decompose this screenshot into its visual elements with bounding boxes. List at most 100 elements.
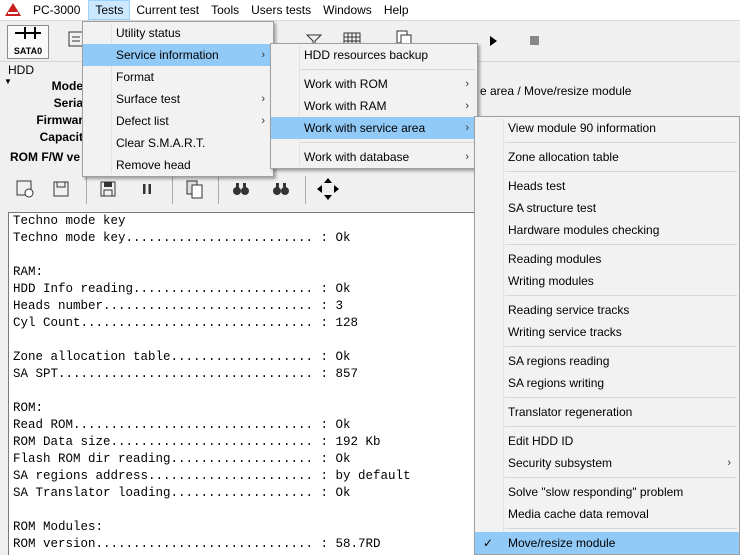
menu-item-label: Work with service area [304, 121, 426, 135]
menu-item-sa-structure-test[interactable]: SA structure test [475, 197, 739, 219]
hdd-firmware-label: Firmwar [36, 113, 83, 127]
menu-separator [505, 477, 737, 478]
menu-item-label: Service information [116, 48, 219, 62]
submenu-arrow-icon: › [727, 457, 731, 469]
menu-item-work-with-service-area[interactable]: Work with service area › [271, 117, 477, 139]
menu-item-label: HDD resources backup [304, 48, 429, 62]
menu-item-label: Defect list [116, 114, 169, 128]
menu-item-label: SA structure test [508, 201, 597, 215]
menu-item-heads-test[interactable]: Heads test [475, 175, 739, 197]
menu-item-edit-hdd-id[interactable]: Edit HDD ID [475, 430, 739, 452]
menu-item-translator-regeneration[interactable]: Translator regeneration [475, 401, 739, 423]
menu-item-utility-status[interactable]: Utility status [83, 22, 273, 44]
menu-separator [301, 142, 475, 143]
checkmark-icon: ✓ [483, 536, 494, 550]
menu-separator [505, 295, 737, 296]
menu-separator [505, 171, 737, 172]
sata-port-label: SATA0 [13, 46, 43, 56]
menu-item-label: Reading service tracks [508, 303, 630, 317]
menu-item-clear-s-m-a-r-t[interactable]: Clear S.M.A.R.T. [83, 132, 273, 154]
menu-item-service-information[interactable]: Service information › [83, 44, 273, 66]
service-information-menu: HDD resources backup Work with ROM › Work w… [270, 43, 478, 169]
menu-item-format[interactable]: Format [83, 66, 273, 88]
sata-port-button[interactable]: SATA0 [7, 25, 49, 59]
menu-users-tests[interactable]: Users tests [245, 0, 317, 20]
menu-windows[interactable]: Windows [317, 0, 378, 20]
menu-item-hdd-resources-backup[interactable]: HDD resources backup [271, 44, 477, 66]
hdd-caption: HDD [8, 63, 34, 77]
menu-item-writing-service-tracks[interactable]: Writing service tracks [475, 321, 739, 343]
menu-item-label: Hardware modules checking [508, 223, 660, 237]
menu-item-remove-head[interactable]: Remove head [83, 154, 273, 176]
menu-item-defect-list[interactable]: Defect list › [83, 110, 273, 132]
menu-item-media-cache-data-removal[interactable]: Media cache data removal [475, 503, 739, 525]
menu-current-test[interactable]: Current test [130, 0, 205, 20]
settings-disk-icon[interactable] [14, 178, 36, 200]
menu-item-label: Edit HDD ID [508, 434, 574, 448]
hdd-model-label: Mode [51, 79, 83, 93]
menu-item-label: SA regions writing [508, 376, 605, 390]
menu-item-label: Writing modules [508, 274, 594, 288]
menu-item-label: Remove head [116, 158, 191, 172]
hdd-capacity-label: Capacit [39, 130, 83, 144]
save-icon[interactable] [97, 178, 119, 200]
menu-item-work-with-rom[interactable]: Work with ROM › [271, 73, 477, 95]
menu-item-work-with-database[interactable]: Work with database › [271, 146, 477, 168]
rom-panel-title: ROM F/W ve [10, 150, 81, 164]
submenu-arrow-icon: › [465, 78, 469, 90]
menu-item-label: Reading modules [508, 252, 602, 266]
collapse-arrow-icon[interactable]: ▼ [4, 77, 12, 86]
move-arrows-icon[interactable] [316, 177, 340, 201]
menu-item-label: Utility status [116, 26, 181, 40]
menu-tools[interactable]: Tools [205, 0, 245, 20]
menu-item-label: Translator regeneration [508, 405, 633, 419]
menu-item-work-with-ram[interactable]: Work with RAM › [271, 95, 477, 117]
menu-item-label: Work with ROM [304, 77, 388, 91]
menu-help[interactable]: Help [378, 0, 415, 20]
menu-tests[interactable]: Tests [88, 0, 131, 20]
toolbar-separator [172, 176, 173, 204]
menu-item-reading-service-tracks[interactable]: Reading service tracks [475, 299, 739, 321]
menu-item-label: Solve "slow responding" problem [508, 485, 684, 499]
hdd-serial-label: Seria [53, 96, 83, 110]
menu-separator [505, 528, 737, 529]
stop-icon[interactable] [530, 36, 539, 45]
menu-item-label: Media cache data removal [508, 507, 649, 521]
tests-menu: Utility status Service information › Format… [82, 21, 274, 177]
menu-item-security-subsystem[interactable]: Security subsystem › [475, 452, 739, 474]
find-next-icon[interactable] [270, 178, 292, 200]
menu-item-label: Heads test [508, 179, 566, 193]
work-with-service-area-menu: View module 90 information Zone allocatio… [474, 116, 740, 555]
menu-item-label: Zone allocation table [508, 150, 619, 164]
toolbar-separator [218, 176, 219, 204]
menu-item-surface-test[interactable]: Surface test › [83, 88, 273, 110]
menu-item-sa-regions-reading[interactable]: SA regions reading [475, 350, 739, 372]
menu-item-label: SA regions reading [508, 354, 610, 368]
menu-item-move-resize-module[interactable]: ✓ Move/resize module [475, 532, 739, 554]
menu-item-solve-slow-responding-problem[interactable]: Solve "slow responding" problem [475, 481, 739, 503]
start-icon[interactable] [490, 36, 497, 46]
menu-item-label: Surface test [116, 92, 181, 106]
menu-separator [505, 346, 737, 347]
menubar: PC-3000 Tests Current test Tools Users t… [0, 0, 740, 21]
sata-plug-icon [15, 27, 41, 39]
menu-item-zone-allocation-table[interactable]: Zone allocation table [475, 146, 739, 168]
menu-item-label: Move/resize module [508, 536, 616, 550]
menu-item-label: Work with database [304, 150, 410, 164]
pause-icon[interactable] [136, 178, 158, 200]
disk-read-icon[interactable] [50, 178, 72, 200]
copy-pages-icon[interactable] [184, 178, 206, 200]
find-icon[interactable] [230, 178, 252, 200]
menu-separator [505, 244, 737, 245]
menu-separator [505, 397, 737, 398]
submenu-arrow-icon: › [465, 122, 469, 134]
menu-item-view-module-90-information[interactable]: View module 90 information [475, 117, 739, 139]
menu-item-writing-modules[interactable]: Writing modules [475, 270, 739, 292]
menu-item-hardware-modules-checking[interactable]: Hardware modules checking [475, 219, 739, 241]
menu-item-reading-modules[interactable]: Reading modules [475, 248, 739, 270]
toolbar-separator [305, 176, 306, 204]
submenu-arrow-icon: › [261, 49, 265, 61]
current-test-path: e area / Move/resize module [480, 84, 632, 98]
menu-item-sa-regions-writing[interactable]: SA regions writing [475, 372, 739, 394]
submenu-arrow-icon: › [465, 151, 469, 163]
